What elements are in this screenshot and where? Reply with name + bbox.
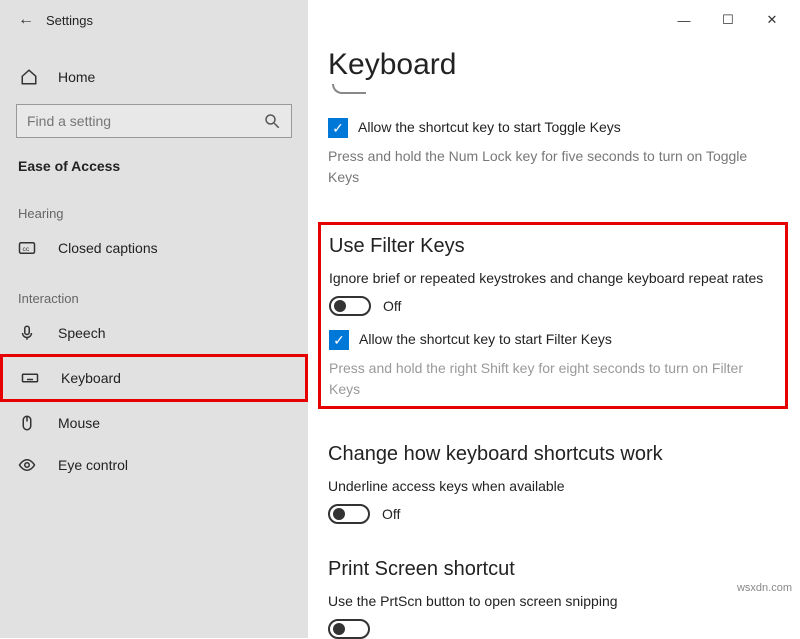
nav-label: Keyboard [61, 370, 121, 386]
group-interaction: Interaction [0, 269, 308, 312]
shortcuts-desc: Underline access keys when available [328, 478, 800, 494]
toggle-keys-hint: Press and hold the Num Lock key for five… [328, 146, 748, 188]
title-underline [332, 84, 366, 94]
nav-label: Closed captions [58, 240, 158, 256]
close-button[interactable]: ✕ [750, 6, 794, 34]
nav-keyboard[interactable]: Keyboard [0, 354, 308, 402]
closed-captions-icon: cc [18, 239, 38, 257]
category-title: Ease of Access [0, 138, 308, 184]
printscreen-section: Print Screen shortcut Use the PrtScn but… [328, 558, 800, 639]
filter-keys-toggle-state: Off [383, 298, 401, 314]
filter-keys-toggle-row: Off [329, 296, 777, 316]
nav-mouse[interactable]: Mouse [0, 402, 308, 444]
filter-keys-section: Use Filter Keys Ignore brief or repeated… [318, 222, 788, 409]
eye-icon [18, 456, 38, 474]
filter-keys-toggle[interactable] [329, 296, 371, 316]
nav-label: Mouse [58, 415, 100, 431]
main-panel: — ☐ ✕ Keyboard Allow the shortcut key to… [308, 0, 800, 638]
filter-keys-checkbox-row: Allow the shortcut key to start Filter K… [329, 330, 777, 350]
shortcuts-section: Change how keyboard shortcuts work Under… [328, 443, 800, 524]
filter-keys-hint: Press and hold the right Shift key for e… [329, 358, 749, 400]
shortcuts-title: Change how keyboard shortcuts work [328, 443, 800, 466]
search-box[interactable] [16, 104, 292, 138]
filter-keys-checkbox[interactable] [329, 330, 349, 350]
microphone-icon [18, 324, 38, 342]
printscreen-title: Print Screen shortcut [328, 558, 800, 581]
app-title: Settings [46, 13, 93, 28]
search-input[interactable] [27, 113, 263, 129]
titlebar: ← Settings [0, 0, 308, 40]
nav-home[interactable]: Home [0, 58, 308, 96]
underline-access-toggle[interactable] [328, 504, 370, 524]
printscreen-desc: Use the PrtScn button to open screen sni… [328, 593, 800, 609]
keyboard-icon [21, 369, 41, 387]
page-title: Keyboard [328, 48, 800, 82]
toggle-keys-checkbox[interactable] [328, 118, 348, 138]
underline-access-toggle-state: Off [382, 506, 400, 522]
nav-label: Speech [58, 325, 105, 341]
printscreen-toggle-row [328, 619, 800, 639]
nav-closed-captions[interactable]: cc Closed captions [0, 227, 308, 269]
maximize-button[interactable]: ☐ [706, 6, 750, 34]
toggle-keys-checkbox-label: Allow the shortcut key to start Toggle K… [358, 118, 621, 135]
nav-home-label: Home [58, 69, 95, 85]
printscreen-toggle[interactable] [328, 619, 370, 639]
filter-keys-checkbox-label: Allow the shortcut key to start Filter K… [359, 330, 612, 347]
toggle-keys-checkbox-row: Allow the shortcut key to start Toggle K… [328, 118, 800, 138]
nav-speech[interactable]: Speech [0, 312, 308, 354]
nav-label: Eye control [58, 457, 128, 473]
home-icon [20, 68, 40, 86]
nav-eye-control[interactable]: Eye control [0, 444, 308, 486]
shortcuts-toggle-row: Off [328, 504, 800, 524]
svg-text:cc: cc [23, 246, 30, 253]
minimize-button[interactable]: — [662, 6, 706, 34]
filter-keys-desc: Ignore brief or repeated keystrokes and … [329, 270, 777, 286]
back-button[interactable]: ← [10, 11, 42, 29]
filter-keys-title: Use Filter Keys [329, 235, 777, 258]
window-controls: — ☐ ✕ [662, 6, 794, 34]
search-icon [263, 112, 281, 130]
group-hearing: Hearing [0, 184, 308, 227]
sidebar: ← Settings Home Ease of Access Hearing c… [0, 0, 308, 638]
mouse-icon [18, 414, 38, 432]
watermark: wsxdn.com [737, 582, 792, 594]
